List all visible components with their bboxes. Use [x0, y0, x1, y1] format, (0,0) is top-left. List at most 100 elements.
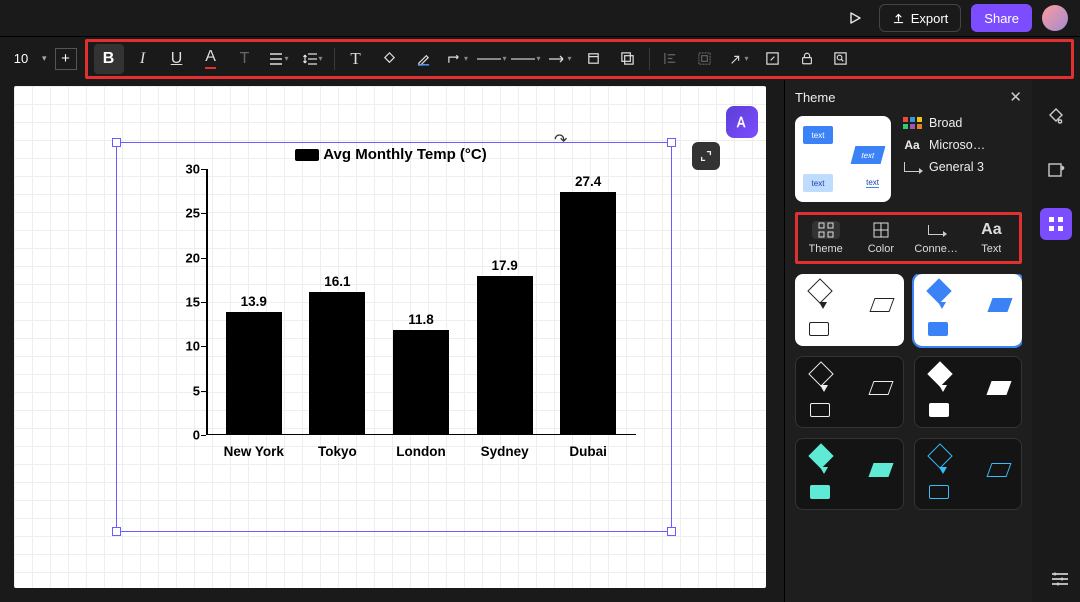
text-tool-button[interactable]: T: [341, 44, 371, 74]
fill-button[interactable]: [375, 44, 405, 74]
theme-color-label: Broad: [929, 116, 962, 130]
theme-preview[interactable]: text text text text: [795, 116, 891, 202]
font-size-input[interactable]: [6, 46, 36, 72]
resize-handle-tl[interactable]: [112, 138, 121, 147]
lock-button[interactable]: [792, 44, 822, 74]
right-icon-bar: [1032, 80, 1080, 602]
italic-button[interactable]: I: [128, 44, 158, 74]
canvas[interactable]: ↷ Avg Monthly Temp (°C) 051015202530 13.…: [14, 86, 766, 588]
share-button[interactable]: Share: [971, 4, 1032, 32]
y-tick-label: 25: [186, 206, 200, 221]
resize-handle-bl[interactable]: [112, 527, 121, 536]
bar-rect: [560, 192, 616, 435]
line-style-2-button[interactable]: [511, 44, 541, 74]
theme-option-6[interactable]: [914, 438, 1023, 510]
x-tick-label: Tokyo: [302, 444, 372, 459]
y-tick-label: 15: [186, 295, 200, 310]
panel-title: Theme: [795, 90, 835, 105]
align-objects-button[interactable]: [656, 44, 686, 74]
y-tick-label: 5: [193, 383, 200, 398]
resize-handle-br[interactable]: [667, 527, 676, 536]
bar-rect: [226, 312, 282, 435]
insert-tool-icon[interactable]: [1040, 154, 1072, 186]
chart-title: Avg Monthly Temp (°C): [146, 146, 636, 163]
theme-panel: Theme ✕ text text text text Broad Aa Mic…: [784, 80, 1032, 602]
tab-theme-label: Theme: [809, 243, 843, 255]
canvas-area[interactable]: ↷ Avg Monthly Temp (°C) 051015202530 13.…: [0, 80, 784, 602]
theme-tabs-highlighted: Theme Color Conne… Aa Text: [795, 212, 1022, 264]
theme-option-4[interactable]: [914, 356, 1023, 428]
settings-menu-icon[interactable]: [1050, 571, 1070, 592]
edit-button[interactable]: [758, 44, 788, 74]
resize-handle-tr[interactable]: [667, 138, 676, 147]
bar-value-label: 13.9: [241, 294, 267, 309]
bar-chart[interactable]: Avg Monthly Temp (°C) 051015202530 13.91…: [146, 146, 636, 491]
tab-text-label: Text: [981, 243, 1001, 255]
tab-color-label: Color: [868, 243, 894, 255]
theme-panel-icon[interactable]: [1040, 208, 1072, 240]
export-button[interactable]: Export: [879, 4, 962, 32]
bar-value-label: 11.8: [408, 312, 434, 327]
crop-button[interactable]: [579, 44, 609, 74]
ai-assist-button[interactable]: [726, 106, 758, 138]
close-icon[interactable]: ✕: [1009, 88, 1022, 106]
line-style-1-button[interactable]: [477, 44, 507, 74]
chart-title-text: Avg Monthly Temp (°C): [323, 146, 486, 163]
bar-value-label: 27.4: [575, 174, 601, 189]
theme-option-2[interactable]: [914, 274, 1023, 346]
x-tick-label: London: [386, 444, 456, 459]
effects-button[interactable]: [724, 44, 754, 74]
bar-london[interactable]: 11.8: [386, 312, 456, 435]
stroke-color-button[interactable]: [409, 44, 439, 74]
line-spacing-button[interactable]: [298, 44, 328, 74]
y-tick-label: 10: [186, 339, 200, 354]
legend-swatch: [295, 149, 319, 161]
x-tick-label: Dubai: [553, 444, 623, 459]
toolbar-highlighted-group: B I U A T T: [85, 39, 1074, 79]
bold-button[interactable]: B: [94, 44, 124, 74]
theme-option-5[interactable]: [795, 438, 904, 510]
bar-value-label: 17.9: [491, 258, 517, 273]
y-tick-label: 20: [186, 250, 200, 265]
export-label: Export: [911, 11, 949, 26]
connector-style-button[interactable]: [443, 44, 473, 74]
font-color-button[interactable]: A: [196, 44, 226, 74]
expand-button[interactable]: [692, 142, 720, 170]
text-style-button[interactable]: T: [230, 44, 260, 74]
theme-option-1[interactable]: [795, 274, 904, 346]
theme-gallery: [795, 274, 1022, 510]
bar-dubai[interactable]: 27.4: [553, 174, 623, 435]
tab-theme[interactable]: Theme: [798, 221, 853, 255]
theme-connector-attr[interactable]: General 3: [903, 160, 985, 174]
present-icon[interactable]: [841, 4, 869, 32]
fill-tool-icon[interactable]: [1040, 100, 1072, 132]
bar-sydney[interactable]: 17.9: [470, 258, 540, 435]
find-button[interactable]: [826, 44, 856, 74]
app-header: Export Share: [0, 0, 1080, 36]
avatar[interactable]: [1042, 5, 1068, 31]
theme-font-attr[interactable]: Aa Microso…: [903, 138, 985, 152]
arrow-style-button[interactable]: [545, 44, 575, 74]
bar-rect: [393, 330, 449, 435]
bar-tokyo[interactable]: 16.1: [302, 274, 372, 435]
bar-value-label: 16.1: [324, 274, 350, 289]
x-tick-label: New York: [219, 444, 289, 459]
tab-text[interactable]: Aa Text: [964, 221, 1019, 255]
tab-color[interactable]: Color: [853, 221, 908, 255]
group-button[interactable]: [690, 44, 720, 74]
underline-button[interactable]: U: [162, 44, 192, 74]
bar-rect: [309, 292, 365, 435]
bar-new-york[interactable]: 13.9: [219, 294, 289, 435]
tab-connector-label: Conne…: [914, 243, 957, 255]
theme-connector-label: General 3: [929, 160, 984, 174]
font-size-increase-button[interactable]: +: [55, 48, 77, 70]
theme-option-3[interactable]: [795, 356, 904, 428]
shadow-button[interactable]: [613, 44, 643, 74]
bar-rect: [477, 276, 533, 435]
align-button[interactable]: [264, 44, 294, 74]
theme-color-attr[interactable]: Broad: [903, 116, 985, 130]
font-size-dropdown-icon[interactable]: ▾: [38, 53, 51, 64]
tab-connector[interactable]: Conne…: [909, 221, 964, 255]
share-label: Share: [984, 11, 1019, 26]
y-tick-label: 30: [186, 162, 200, 177]
